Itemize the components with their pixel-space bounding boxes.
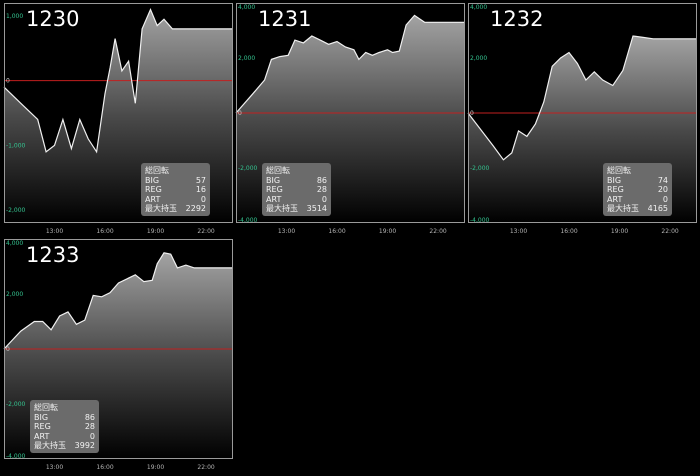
stats-box-1233: 総回転 BIG 86 REG 28 ART 0 最大持玉 3992 (30, 400, 99, 453)
stats-box-1230: 総回転 BIG 57 REG 16 ART 0 最大持玉 2292 (141, 163, 210, 216)
stats-max-label: 最大持玉 (145, 204, 177, 213)
chart-title-1231: 1231 (258, 7, 312, 31)
x-tick-label: 16:00 (96, 464, 113, 471)
chart-title-1230: 1230 (26, 7, 80, 31)
y-tick-label: 2,000 (238, 55, 255, 62)
x-tick-label: 16:00 (328, 228, 345, 235)
y-tick-label: 0 (238, 110, 242, 117)
stats-art-label: ART (145, 194, 161, 204)
y-tick-label: -2,000 (470, 165, 490, 172)
y-tick-label: 0 (6, 346, 10, 353)
stats-art-value: 0 (89, 431, 95, 441)
stats-row-reg: REG 28 (34, 422, 95, 432)
stats-max-value: 2292 (185, 204, 206, 213)
stats-row-big: BIG 74 (607, 176, 668, 186)
y-tick-label: -2,000 (6, 401, 26, 408)
stats-max-label: 最大持玉 (607, 204, 639, 213)
stats-max-label: 最大持玉 (266, 204, 298, 213)
stats-row-art: ART 0 (607, 195, 668, 205)
y-tick-label: 0 (470, 110, 474, 117)
stats-reg-value: 28 (316, 185, 327, 194)
stats-big-label: BIG (607, 175, 622, 185)
stats-box-1232: 総回転 BIG 74 REG 20 ART 0 最大持玉 4165 (603, 163, 672, 216)
stats-row-reg: REG 16 (145, 185, 206, 195)
x-tick-label: 16:00 (560, 228, 577, 235)
stats-row-big: BIG 57 (145, 176, 206, 186)
y-tick-label: 0 (6, 78, 10, 85)
y-tick-label: -1,000 (6, 142, 26, 149)
stats-row-reg: REG 28 (266, 185, 327, 195)
stats-art-label: ART (266, 194, 282, 204)
stats-row-reg: REG 20 (607, 185, 668, 195)
y-tick-label: 2,000 (6, 291, 23, 298)
x-tick-label: 13:00 (46, 464, 63, 471)
stats-reg-value: 28 (84, 422, 95, 431)
y-tick-label: -4,000 (238, 217, 258, 224)
stats-reg-label: REG (34, 422, 51, 431)
stats-big-value: 57 (195, 175, 206, 185)
x-tick-label: 22:00 (197, 464, 214, 471)
stats-reg-label: REG (607, 185, 624, 194)
stats-reg-value: 16 (195, 185, 206, 194)
stats-reg-label: REG (145, 185, 162, 194)
chart-panel-1231: 4,000 2,000 0 -2,000 -4,000 13:00 16:00 19:00 22… (235, 3, 465, 235)
stats-row-max: 最大持玉 4165 (607, 204, 668, 214)
stats-big-label: BIG (145, 175, 160, 185)
stats-art-label: ART (607, 194, 623, 204)
stats-big-label: BIG (266, 175, 281, 185)
y-tick-label: -2,000 (6, 207, 26, 214)
chart-panel-1232: 4,000 2,000 0 -2,000 -4,000 13:00 16:00 19:00 22… (467, 3, 697, 235)
x-tick-label: 19:00 (611, 228, 628, 235)
stats-max-label: 最大持玉 (34, 441, 66, 450)
stats-max-value: 3514 (306, 204, 327, 213)
y-tick-label: -4,000 (6, 453, 26, 460)
stats-row-big: BIG 86 (266, 176, 327, 186)
chart-panel-1233: 4,000 2,000 0 -2,000 -4,000 13:00 16:00 19:00 22… (3, 239, 233, 471)
stats-header: 総回転 (34, 403, 58, 412)
stats-row-art: ART 0 (145, 195, 206, 205)
x-tick-label: 19:00 (379, 228, 396, 235)
stats-row-max: 最大持玉 2292 (145, 204, 206, 214)
y-tick-label: 2,000 (470, 55, 487, 62)
stats-header: 総回転 (266, 166, 290, 175)
stats-max-value: 3992 (74, 441, 95, 450)
stats-art-value: 0 (662, 194, 668, 204)
y-tick-label: 1,000 (6, 13, 23, 20)
y-tick-label: 4,000 (238, 4, 255, 11)
chart-panel-1230: 1,000 0 -1,000 -2,000 13:00 16:00 19:00 22:00 1… (3, 3, 233, 235)
stats-art-value: 0 (200, 194, 206, 204)
y-tick-label: 4,000 (6, 240, 23, 247)
stats-reg-label: REG (266, 185, 283, 194)
stats-big-value: 86 (84, 412, 95, 422)
stats-big-value: 74 (657, 175, 668, 185)
chart-title-1233: 1233 (26, 243, 80, 267)
y-tick-label: 4,000 (470, 4, 487, 11)
stats-row-max: 最大持玉 3514 (266, 204, 327, 214)
stats-header: 総回転 (145, 166, 169, 175)
stats-reg-value: 20 (657, 185, 668, 194)
chart-title-1232: 1232 (490, 7, 544, 31)
stats-header: 総回転 (607, 166, 631, 175)
x-tick-label: 19:00 (147, 228, 164, 235)
x-tick-label: 16:00 (96, 228, 113, 235)
x-tick-label: 13:00 (46, 228, 63, 235)
stats-row-art: ART 0 (34, 432, 95, 442)
stats-art-value: 0 (321, 194, 327, 204)
stats-big-label: BIG (34, 412, 49, 422)
stats-max-value: 4165 (647, 204, 668, 213)
stats-row-max: 最大持玉 3992 (34, 441, 95, 451)
x-tick-label: 22:00 (661, 228, 678, 235)
stats-row-art: ART 0 (266, 195, 327, 205)
x-tick-label: 22:00 (197, 228, 214, 235)
x-tick-label: 13:00 (510, 228, 527, 235)
x-tick-label: 19:00 (147, 464, 164, 471)
y-tick-label: -2,000 (238, 165, 258, 172)
stats-big-value: 86 (316, 175, 327, 185)
stats-row-big: BIG 86 (34, 413, 95, 423)
x-tick-label: 22:00 (429, 228, 446, 235)
x-tick-label: 13:00 (278, 228, 295, 235)
y-tick-label: -4,000 (470, 217, 490, 224)
stats-box-1231: 総回転 BIG 86 REG 28 ART 0 最大持玉 3514 (262, 163, 331, 216)
stats-art-label: ART (34, 431, 50, 441)
